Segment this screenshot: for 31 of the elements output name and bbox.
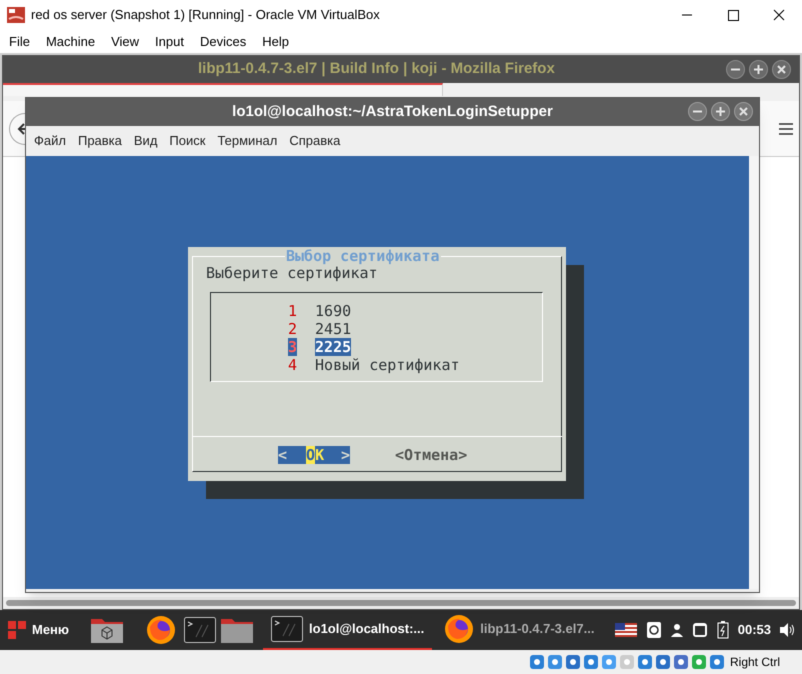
item-number: 4 <box>288 356 298 374</box>
menu-item[interactable]: Файл <box>28 131 72 151</box>
item-number: 2 <box>288 320 298 338</box>
clock: 00:53 <box>738 621 771 640</box>
window-title: red os server (Snapshot 1) [Running] - Oracle VM VirtualBox <box>31 6 380 24</box>
window-title: lo1ol@localhost:~/AstraTokenLoginSetupper <box>232 102 553 122</box>
menu-item[interactable]: View <box>103 32 148 52</box>
host-key-label: Right Ctrl <box>730 654 780 671</box>
window-title: libp11-0.4.7-3.el7 | Build Info | koji - Mozilla Firefox <box>198 59 555 80</box>
menu-item[interactable]: Правка <box>72 131 128 151</box>
item-number: 1 <box>288 302 298 320</box>
menu-item[interactable]: Devices <box>192 32 254 52</box>
menu-item[interactable]: Input <box>147 32 192 52</box>
menu-item[interactable]: Поиск <box>163 131 212 151</box>
list-item[interactable]: 2225 <box>315 338 352 356</box>
menu-item[interactable]: Справка <box>283 131 346 151</box>
menu-item[interactable]: Help <box>254 32 297 52</box>
list-item[interactable]: 2451 <box>315 320 352 338</box>
list-item[interactable]: 1690 <box>315 302 352 320</box>
menu-item[interactable]: Вид <box>128 131 164 151</box>
item-number: 3 <box>288 338 298 356</box>
list-item[interactable]: Новый сертификат <box>315 356 460 374</box>
menu-item[interactable]: Терминал <box>211 131 284 151</box>
dialog-button[interactable]: < OK > <box>278 446 350 464</box>
menu-item[interactable]: File <box>1 32 38 52</box>
menu-item[interactable]: Machine <box>38 32 104 52</box>
dialog-title: Выбор сертификата <box>285 247 441 265</box>
menu-label[interactable]: Меню <box>32 620 70 640</box>
taskbar-button[interactable]: libp11-0.4.7-3.el7... <box>436 610 602 650</box>
dialog-button[interactable]: <Отмена> <box>395 446 468 464</box>
dialog-prompt: Выберите сертификат <box>206 264 378 282</box>
